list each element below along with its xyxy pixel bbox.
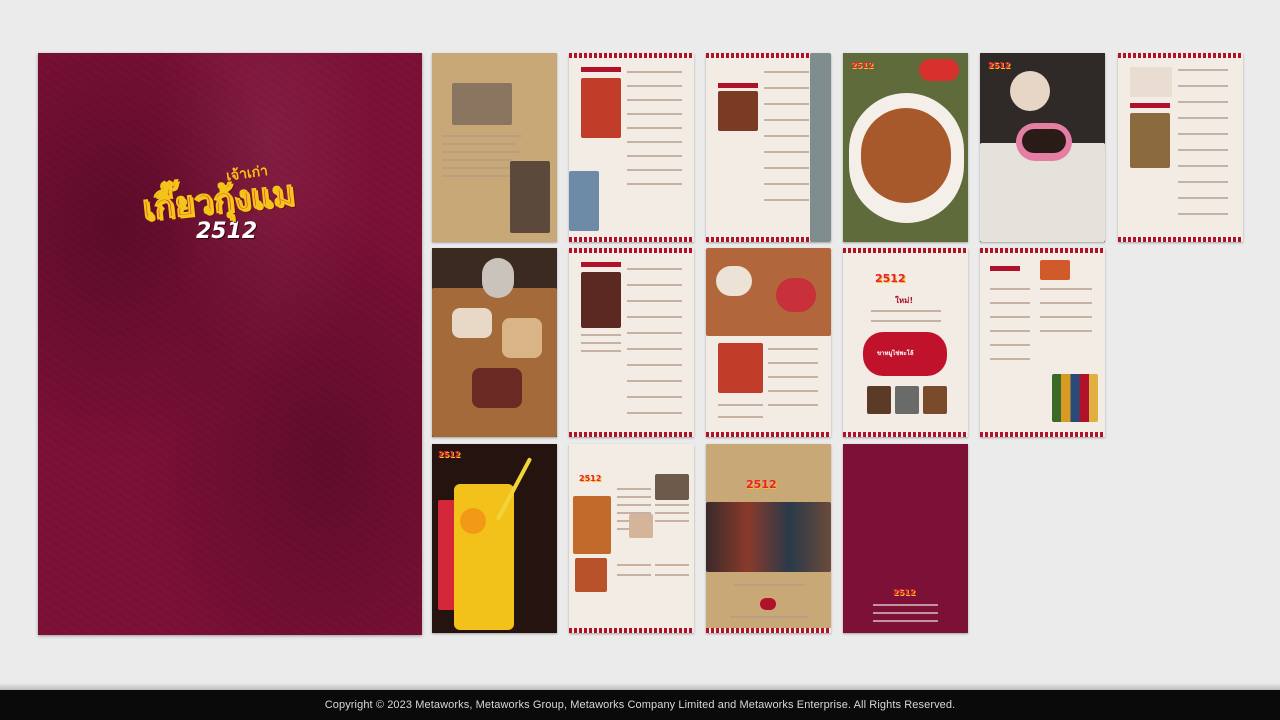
menu-page-photo-dumpling[interactable]: 2512 [980,53,1105,242]
menu-page-noodle-mix[interactable] [706,248,831,437]
menu-page-dumplings[interactable] [706,53,831,242]
new-headline: ใหม่! [895,296,914,305]
menu-page-soup[interactable] [1118,53,1243,242]
menu-page-article[interactable]: 2512 [569,444,694,633]
logo-number: 2512 [196,219,258,244]
menu-page-hotpot[interactable] [569,248,694,437]
menu-page-photo-chicken-feet[interactable]: 2512 [843,53,968,242]
menu-back-cover[interactable]: 2512 [843,444,968,633]
menu-page-back-inner[interactable]: 2512 [706,444,831,633]
menu-page-photo-suki[interactable] [432,248,557,437]
menu-page-photo-drink[interactable]: 2512 [432,444,557,633]
brand-logo: เจ้าเก่า เกี๊ยวกุ้งแม 2512 [140,161,297,244]
footer-shadow [0,683,1280,690]
menu-page-drinks[interactable] [980,248,1105,437]
page-footer: Copyright © 2023 Metaworks, Metaworks Gr… [0,690,1280,720]
menu-cover[interactable]: เจ้าเก่า เกี๊ยวกุ้งแม 2512 [38,53,422,635]
pig-banner-text: ขาหมูไข่พะโล้ [877,350,914,357]
menu-page-story[interactable] [432,53,557,242]
copyright-text: Copyright © 2023 Metaworks, Metaworks Gr… [324,699,956,711]
menu-showcase: เจ้าเก่า เกี๊ยวกุ้งแม 2512 2512 2512 251… [0,0,1280,690]
menu-page-pork-leg[interactable]: 2512 ใหม่! ขาหมูไข่พะโล้ [843,248,968,437]
menu-page-noodles[interactable] [569,53,694,242]
